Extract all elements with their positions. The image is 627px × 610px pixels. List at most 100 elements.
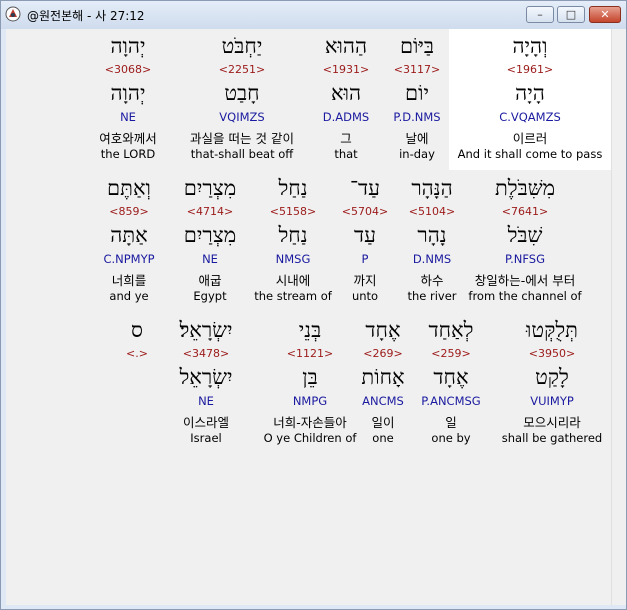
- parsing-code: C.VQAMZS: [499, 110, 561, 124]
- hebrew-lemma: נָהָר: [417, 223, 447, 247]
- english-gloss: that-shall beat off: [190, 147, 294, 161]
- parsing-code: NE: [120, 110, 136, 124]
- strong-number: <859>: [109, 205, 149, 218]
- english-gloss: Israel: [190, 431, 222, 445]
- parsing-code: D.NMS: [412, 252, 452, 266]
- english-gloss: the river: [407, 289, 457, 303]
- hebrew-word: הַהוּא: [324, 34, 368, 58]
- english-gloss: in-day: [399, 147, 435, 161]
- korean-gloss: 이스라엘: [182, 415, 229, 430]
- word-column[interactable]: הַהוּא <1931> הוּא D.ADMS 그 that: [316, 29, 376, 169]
- strong-number: <2251>: [218, 63, 266, 76]
- korean-gloss: 하수: [420, 273, 444, 288]
- korean-gloss: 그: [340, 131, 352, 146]
- hebrew-word: מִשִּׁבֹּלֶת: [494, 176, 556, 200]
- korean-gloss: 이르러: [512, 131, 548, 146]
- app-logo-icon: [5, 6, 21, 22]
- word-column[interactable]: תְּלֻקְּטוּ <3950> לָקַט VUIMYP 모으시리라 shall b…: [487, 313, 611, 453]
- english-gloss: one by: [431, 431, 471, 445]
- window-title: @원전본해 - 사 27:12: [27, 9, 145, 23]
- strong-number: <3117>: [393, 63, 441, 76]
- strong-number: <1931>: [322, 63, 370, 76]
- hebrew-word: בְּנֵי: [298, 318, 322, 342]
- english-gloss: that: [334, 147, 358, 161]
- english-gloss: O ye Children of: [263, 431, 357, 445]
- hebrew-word: מִצְרַיִם: [183, 176, 237, 200]
- word-column[interactable]: וְהָיָה <1961> הָיָה C.VQAMZS 이르러 And it shal…: [450, 29, 610, 169]
- strong-number: <3478>: [182, 347, 230, 360]
- hebrew-word: יִשְׂרָאֵל׃: [179, 318, 233, 342]
- korean-gloss: 애굽: [198, 273, 222, 288]
- hebrew-lemma: לָקַט: [535, 365, 569, 389]
- hebrew-lemma: חָבַט: [224, 81, 260, 105]
- verse-panel: וְהָיָה <1961> הָיָה C.VQAMZS 이르러 And it shal…: [6, 29, 611, 605]
- hebrew-word: יַחְבֹּט: [221, 34, 263, 58]
- word-column[interactable]: יִשְׂרָאֵל׃ <3478> יִשְׂרָאֵל NE 이스라엘 Israel: [156, 313, 256, 453]
- korean-gloss: 일: [445, 415, 457, 430]
- strong-number: <1961>: [506, 63, 554, 76]
- korean-gloss: 날에: [405, 131, 429, 146]
- vertical-scrollbar[interactable]: [611, 29, 626, 605]
- english-gloss: the LORD: [100, 147, 156, 161]
- word-column[interactable]: בְּנֵי <1121> בֵּן NMPG 너희-자손들아 O ye Children…: [250, 313, 370, 453]
- hebrew-lemma: בֵּן: [302, 365, 318, 389]
- korean-gloss: 창일하는-에서 부터: [474, 273, 576, 288]
- strong-number: <.>: [126, 347, 148, 360]
- korean-gloss: 너희를: [111, 273, 147, 288]
- korean-gloss: 과실을 떠는 것 같이: [190, 131, 294, 146]
- strong-number: <3950>: [528, 347, 576, 360]
- hebrew-lemma: שִׁבֹּל: [507, 223, 543, 247]
- strong-number: <7641>: [501, 205, 549, 218]
- parsing-code: C.NPMYP: [103, 252, 155, 266]
- strong-number: <5104>: [408, 205, 456, 218]
- minimize-button[interactable]: –: [526, 6, 554, 23]
- hebrew-lemma: הוּא: [330, 81, 362, 105]
- hebrew-word: ס: [131, 318, 143, 342]
- hebrew-lemma: אֶחָד: [433, 365, 469, 389]
- word-column[interactable]: וְאַתֶּם <859> אַתָּה C.NPMYP 너희를 and ye: [84, 171, 174, 311]
- hebrew-lemma: הָיָה: [515, 81, 545, 105]
- hebrew-lemma: מִצְרַיִם: [183, 223, 237, 247]
- word-column[interactable]: ס <.>: [117, 313, 157, 453]
- word-column[interactable]: מִצְרַיִם <4714> מִצְרַיִם NE 애굽 Egypt: [165, 171, 255, 311]
- word-column[interactable]: בַּיּוֹם <3117> יוֹם P.D.NMS 날에 in-day: [382, 29, 452, 169]
- korean-gloss: 여호와께서: [99, 131, 157, 146]
- strong-number: <1121>: [286, 347, 334, 360]
- parsing-code: P.D.NMS: [393, 110, 441, 124]
- parsing-code: P.ANCMSG: [421, 394, 481, 408]
- parsing-code: P.NFSG: [504, 252, 546, 266]
- hebrew-word: יְהוָה: [110, 34, 146, 58]
- word-column[interactable]: מִשִּׁבֹּלֶת <7641> שִׁבֹּל P.NFSG 창일하는-에서 부…: [445, 171, 605, 311]
- parsing-code: VUIMYP: [530, 394, 574, 408]
- english-gloss: shall be gathered: [501, 431, 603, 445]
- korean-gloss: 모으시리라: [523, 415, 581, 430]
- word-column[interactable]: יְהוָה <3068> יְהוָה NE 여호와께서 the LORD: [73, 29, 183, 169]
- strong-number: <3068>: [104, 63, 152, 76]
- title-bar[interactable]: @원전본해 - 사 27:12 – □ ✕: [1, 1, 626, 29]
- english-gloss: And it shall come to pass: [457, 147, 603, 161]
- korean-gloss: 너희-자손들아: [273, 415, 347, 430]
- app-window: @원전본해 - 사 27:12 – □ ✕ וְהָיָה <1961> הָיָה…: [0, 0, 627, 610]
- english-gloss: and ye: [109, 289, 149, 303]
- minimize-icon: –: [537, 8, 543, 21]
- parsing-code: VQIMZS: [219, 110, 265, 124]
- hebrew-lemma: יוֹם: [405, 81, 429, 105]
- word-column[interactable]: לְאַחַד <259> אֶחָד P.ANCMSG 일 one by: [406, 313, 496, 453]
- parsing-code: NE: [202, 252, 218, 266]
- hebrew-word: הַנָּהָר: [411, 176, 453, 200]
- parsing-code: NMPG: [292, 394, 328, 408]
- english-gloss: from the channel of: [468, 289, 582, 303]
- hebrew-word: תְּלֻקְּטוּ: [526, 318, 578, 342]
- hebrew-lemma: יְהוָה: [110, 81, 146, 105]
- strong-number: <4714>: [186, 205, 234, 218]
- word-column[interactable]: יַחְבֹּט <2251> חָבַט VQIMZS 과실을 떠는 것 같이 that…: [167, 29, 317, 169]
- word-column[interactable]: הַנָּהָר <5104> נָהָר D.NMS 하수 the river: [397, 171, 467, 311]
- hebrew-word: וְאַתֶּם: [107, 176, 151, 200]
- close-button[interactable]: ✕: [589, 6, 621, 23]
- close-icon: ✕: [600, 8, 610, 21]
- hebrew-lemma: יִשְׂרָאֵל: [179, 365, 233, 389]
- maximize-button[interactable]: □: [557, 6, 585, 23]
- parsing-code: NE: [198, 394, 214, 408]
- hebrew-word: וְהָיָה: [512, 34, 548, 58]
- maximize-icon: □: [565, 8, 577, 21]
